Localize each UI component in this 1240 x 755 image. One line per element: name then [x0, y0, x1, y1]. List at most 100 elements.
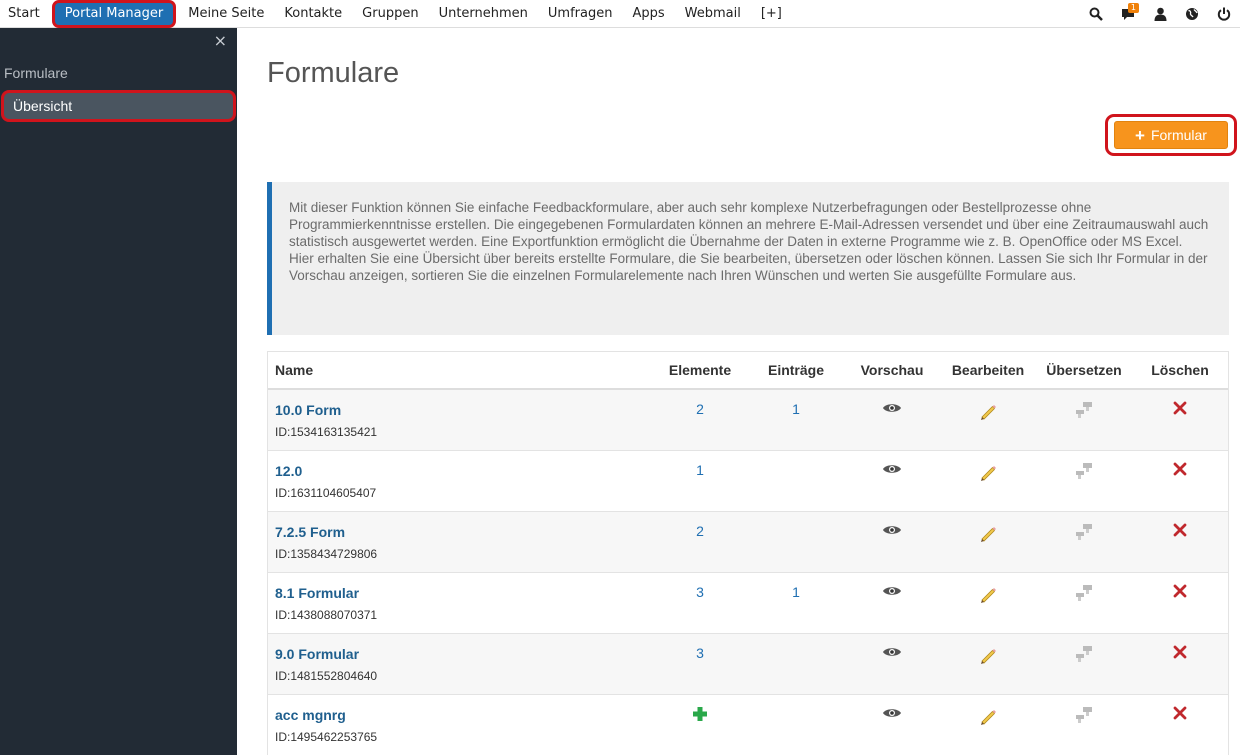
- name-cell: 7.2.5 Form ID:1358434729806: [268, 512, 652, 572]
- elemente-count-link[interactable]: 2: [696, 523, 704, 539]
- nav-item-more[interactable]: [+]: [751, 0, 792, 28]
- table-row: acc mgnrg ID:1495462253765: [268, 695, 1228, 755]
- elemente-count-link[interactable]: 2: [696, 401, 704, 417]
- column-header-name[interactable]: Name: [268, 362, 652, 378]
- user-icon[interactable]: [1144, 0, 1176, 28]
- form-name-link[interactable]: 7.2.5 Form: [275, 523, 652, 541]
- column-header-bearbeiten: Bearbeiten: [951, 362, 1025, 378]
- eintraege-count-link[interactable]: 1: [792, 584, 800, 600]
- pencil-icon[interactable]: [978, 706, 998, 729]
- delete-icon[interactable]: [1173, 523, 1187, 540]
- vorschau-cell: [844, 573, 940, 633]
- nav-item-kontakte[interactable]: Kontakte: [274, 0, 352, 28]
- name-cell: 10.0 Form ID:1534163135421: [268, 390, 652, 450]
- delete-icon[interactable]: [1173, 401, 1187, 418]
- form-name-link[interactable]: 12.0: [275, 462, 652, 480]
- form-name-link[interactable]: 9.0 Formular: [275, 645, 652, 663]
- close-icon[interactable]: ×: [214, 31, 227, 50]
- loeschen-cell: [1132, 390, 1228, 450]
- vorschau-cell: [844, 634, 940, 694]
- info-box: Mit dieser Funktion können Sie einfache …: [267, 182, 1229, 335]
- power-icon[interactable]: [1208, 0, 1240, 28]
- name-cell: 9.0 Formular ID:1481552804640: [268, 634, 652, 694]
- eintraege-count-link[interactable]: 1: [792, 401, 800, 417]
- form-name-link[interactable]: 8.1 Formular: [275, 584, 652, 602]
- nav-item-webmail[interactable]: Webmail: [675, 0, 751, 28]
- elemente-count-link[interactable]: 3: [696, 584, 704, 600]
- add-form-button[interactable]: + Formular: [1114, 121, 1228, 149]
- info-text-2: Hier erhalten Sie eine Übersicht über be…: [289, 251, 1208, 283]
- delete-icon[interactable]: [1173, 645, 1187, 662]
- add-form-button-label: Formular: [1150, 127, 1207, 143]
- translate-icon[interactable]: [1075, 401, 1093, 422]
- eintraege-cell: [748, 512, 844, 572]
- eintraege-cell: [748, 695, 844, 755]
- loeschen-cell: [1132, 573, 1228, 633]
- nav-item-unternehmen[interactable]: Unternehmen: [429, 0, 538, 28]
- eye-icon[interactable]: [882, 645, 902, 661]
- translate-icon[interactable]: [1075, 584, 1093, 605]
- bearbeiten-cell: [940, 390, 1036, 450]
- bearbeiten-cell: [940, 634, 1036, 694]
- name-cell: 8.1 Formular ID:1438088070371: [268, 573, 652, 633]
- elemente-count-link[interactable]: 3: [696, 645, 704, 661]
- bearbeiten-cell: [940, 512, 1036, 572]
- uebersetzen-cell: [1036, 451, 1132, 511]
- form-id: ID:1534163135421: [275, 425, 378, 439]
- nav-item-gruppen[interactable]: Gruppen: [352, 0, 428, 28]
- elemente-count-link[interactable]: 1: [696, 462, 704, 478]
- form-name-link[interactable]: acc mgnrg: [275, 706, 652, 724]
- elemente-cell: 2: [652, 512, 748, 572]
- globe-icon[interactable]: [1176, 0, 1208, 28]
- translate-icon[interactable]: [1075, 706, 1093, 727]
- add-element-icon[interactable]: [692, 706, 708, 725]
- eye-icon[interactable]: [882, 462, 902, 478]
- nav-item-portal-manager[interactable]: Portal Manager: [51, 0, 177, 28]
- name-cell: acc mgnrg ID:1495462253765: [268, 695, 652, 755]
- eye-icon[interactable]: [882, 584, 902, 600]
- pencil-icon[interactable]: [978, 523, 998, 546]
- pencil-icon[interactable]: [978, 401, 998, 424]
- bearbeiten-cell: [940, 573, 1036, 633]
- table-body: 10.0 Form ID:1534163135421 2 1 12.0 ID:1…: [268, 390, 1228, 755]
- sidebar-item-uebersicht[interactable]: Übersicht: [1, 90, 236, 122]
- uebersetzen-cell: [1036, 695, 1132, 755]
- eintraege-cell: 1: [748, 573, 844, 633]
- translate-icon[interactable]: [1075, 645, 1093, 666]
- eintraege-cell: 1: [748, 390, 844, 450]
- elemente-cell: [652, 695, 748, 755]
- vorschau-cell: [844, 512, 940, 572]
- vorschau-cell: [844, 390, 940, 450]
- eye-icon[interactable]: [882, 401, 902, 417]
- translate-icon[interactable]: [1075, 523, 1093, 544]
- column-header-loeschen: Löschen: [1151, 362, 1209, 378]
- nav-item-meine-seite[interactable]: Meine Seite: [178, 0, 274, 28]
- elemente-cell: 3: [652, 634, 748, 694]
- column-header-uebersetzen: Übersetzen: [1046, 362, 1122, 378]
- delete-icon[interactable]: [1173, 706, 1187, 723]
- pencil-icon[interactable]: [978, 584, 998, 607]
- search-icon[interactable]: [1080, 0, 1112, 28]
- chat-notification-icon[interactable]: 1: [1112, 0, 1144, 28]
- pencil-icon[interactable]: [978, 645, 998, 668]
- nav-item-apps[interactable]: Apps: [622, 0, 674, 28]
- nav-item-start[interactable]: Start: [0, 0, 50, 28]
- table-row: 12.0 ID:1631104605407 1: [268, 451, 1228, 512]
- form-id: ID:1358434729806: [275, 547, 378, 561]
- delete-icon[interactable]: [1173, 462, 1187, 479]
- translate-icon[interactable]: [1075, 462, 1093, 483]
- loeschen-cell: [1132, 634, 1228, 694]
- delete-icon[interactable]: [1173, 584, 1187, 601]
- pencil-icon[interactable]: [978, 462, 998, 485]
- bearbeiten-cell: [940, 451, 1036, 511]
- nav-item-umfragen[interactable]: Umfragen: [538, 0, 623, 28]
- eye-icon[interactable]: [882, 523, 902, 539]
- info-text: Mit dieser Funktion können Sie einfache …: [289, 200, 1209, 249]
- eintraege-cell: [748, 634, 844, 694]
- loeschen-cell: [1132, 451, 1228, 511]
- loeschen-cell: [1132, 512, 1228, 572]
- form-name-link[interactable]: 10.0 Form: [275, 401, 652, 419]
- uebersetzen-cell: [1036, 634, 1132, 694]
- eye-icon[interactable]: [882, 706, 902, 722]
- plus-icon: +: [1135, 125, 1145, 145]
